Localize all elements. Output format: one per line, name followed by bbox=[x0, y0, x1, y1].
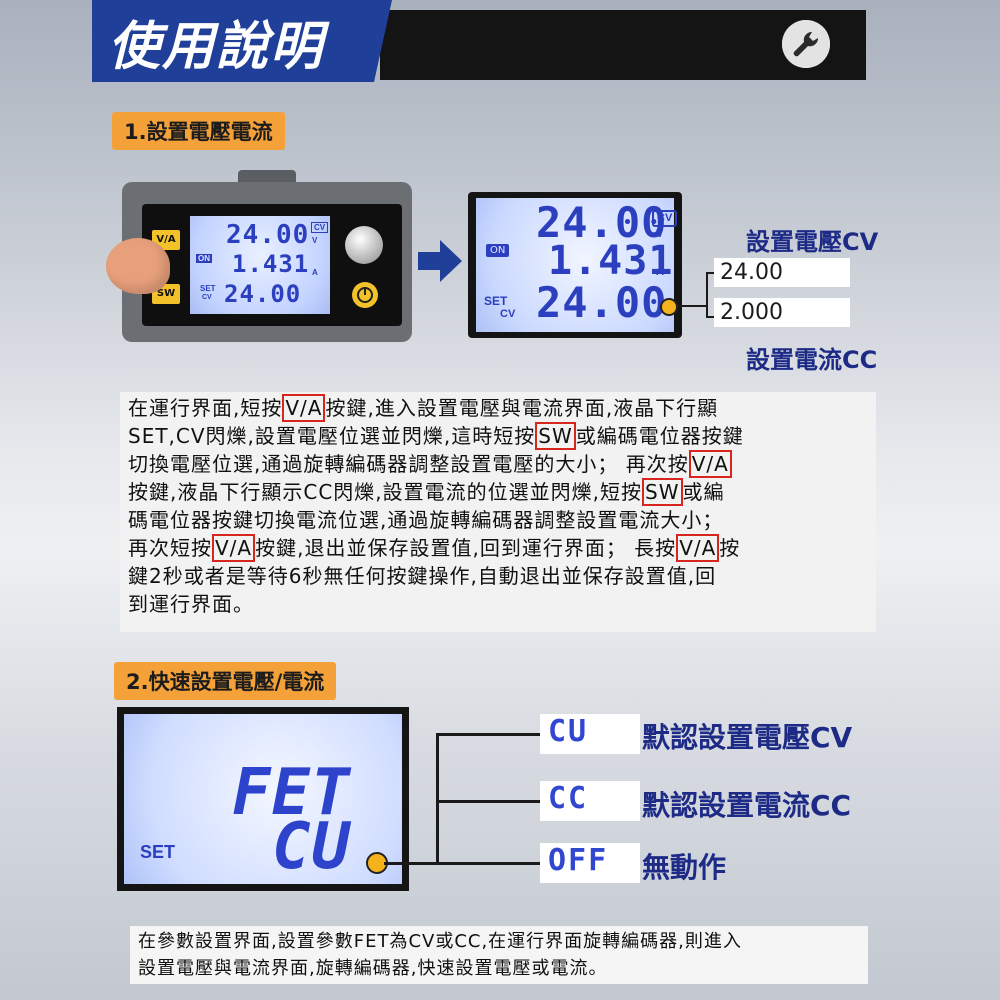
arrow-right-icon bbox=[418, 238, 464, 284]
text-span: SET,CV閃爍,設置電壓位選並閃爍,這時短按 bbox=[128, 424, 536, 448]
power-icon bbox=[352, 282, 378, 308]
lcd-set-value: 24.00 bbox=[536, 278, 668, 327]
encoder-knob bbox=[345, 226, 383, 264]
device-v-unit: V bbox=[312, 236, 318, 245]
text-span: 或編碼電位器按鍵 bbox=[575, 424, 744, 448]
text-line: 到運行界面。 bbox=[128, 590, 868, 618]
text-line: 切換電壓位選,通過旋轉編碼器調整設置電壓的大小； 再次按 V/A bbox=[128, 450, 868, 478]
text-line: 按鍵,液晶下行顯示CC閃爍,設置電流的位選並閃爍,短按 SW 或編 bbox=[128, 478, 868, 506]
option-desc: 默認設置電壓CV bbox=[642, 721, 853, 754]
device-cv-label: CV bbox=[202, 294, 212, 301]
device-cv-tag: CV bbox=[311, 222, 329, 233]
text-line: 在參數設置界面,設置參數FET為CV或CC,在運行界面旋轉編碼器,則進入 bbox=[138, 931, 742, 952]
device-set-value: 24.00 bbox=[224, 280, 302, 308]
text-span: 按鍵,退出並保存設置值,回到運行界面； 長按 bbox=[255, 536, 677, 560]
option-desc: 無動作 bbox=[642, 851, 727, 884]
option-code-box: OFF bbox=[540, 843, 640, 883]
text-span: 碼電位器按鍵切換電流位選,通過旋轉編碼器調整設置電流大小； bbox=[128, 508, 724, 532]
highlight-key: V/A bbox=[688, 450, 732, 478]
highlight-key: SW bbox=[535, 422, 576, 450]
text-span: 在運行界面,短按 bbox=[128, 396, 283, 420]
page-title: 使用說明 bbox=[108, 17, 325, 77]
option-code-box: CC bbox=[540, 781, 640, 821]
lcd-cv-tag: CV bbox=[652, 210, 678, 227]
lcd-cv-label: CV bbox=[500, 308, 516, 320]
text-line: 再次短按 V/A 按鍵,退出並保存設置值,回到運行界面； 長按 V/A 按 bbox=[128, 534, 868, 562]
text-line: SET,CV閃爍,設置電壓位選並閃爍,這時短按 SW 或編碼電位器按鍵 bbox=[128, 422, 868, 450]
lcd-a-unit: A bbox=[656, 266, 664, 278]
current-value-box: 2.000 bbox=[714, 298, 850, 327]
lcd-cu-text: CU bbox=[272, 810, 352, 884]
indicator-dot bbox=[660, 298, 678, 316]
option-code: CU bbox=[548, 714, 589, 749]
current-label: 設置電流CC bbox=[746, 346, 878, 374]
connector-line bbox=[384, 862, 438, 865]
connector-line bbox=[436, 733, 540, 736]
device-a-unit: A bbox=[312, 268, 318, 277]
option-code: OFF bbox=[548, 843, 609, 878]
voltage-value-box: 24.00 bbox=[714, 258, 850, 287]
connector-line bbox=[436, 862, 540, 865]
text-line: 設置電壓與電流界面,旋轉編碼器,快速設置電壓或電流。 bbox=[138, 958, 608, 979]
text-span: 或編 bbox=[682, 480, 725, 504]
connector-line bbox=[436, 733, 439, 865]
text-span: 鍵2秒或者是等待6秒無任何按鍵操作,自動退出並保存設置值,回 bbox=[128, 564, 717, 588]
text-span: 再次短按 bbox=[128, 536, 212, 560]
text-span: 按鍵,進入設置電壓與電流界面,液晶下行顯 bbox=[325, 396, 719, 420]
option-desc: 默認設置電流CC bbox=[642, 789, 852, 822]
quick-set-paragraph: 在參數設置界面,設置參數FET為CV或CC,在運行界面旋轉編碼器,則進入 設置電… bbox=[130, 926, 868, 984]
device-on-tag: ON bbox=[196, 254, 212, 263]
text-span: 切換電壓位選,通過旋轉編碼器調整設置電壓的大小； 再次按 bbox=[128, 452, 689, 476]
highlight-key: V/A bbox=[282, 394, 326, 422]
highlight-key: SW bbox=[642, 478, 683, 506]
finger-pointer-icon bbox=[106, 238, 170, 294]
section-label: 1.設置電壓電流 bbox=[112, 112, 285, 150]
highlight-key: V/A bbox=[212, 534, 256, 562]
option-code: CC bbox=[548, 781, 589, 816]
option-code-box: CU bbox=[540, 714, 640, 754]
connector-line bbox=[678, 305, 708, 307]
text-line: 鍵2秒或者是等待6秒無任何按鍵操作,自動退出並保存設置值,回 bbox=[128, 562, 868, 590]
wrench-icon bbox=[782, 20, 830, 68]
voltage-label: 設置電壓CV bbox=[746, 228, 879, 256]
text-span: 到運行界面。 bbox=[128, 592, 254, 616]
section-label: 2.快速設置電壓/電流 bbox=[114, 662, 337, 700]
instructions-paragraph: 在運行界面,短按 V/A 按鍵,進入設置電壓與電流界面,液晶下行顯 SET,CV閃爍… bbox=[120, 392, 876, 632]
highlight-key: V/A bbox=[676, 534, 720, 562]
device-voltage: 24.00 bbox=[226, 220, 310, 250]
text-line: 碼電位器按鍵切換電流位選,通過旋轉編碼器調整設置電流大小； bbox=[128, 506, 868, 534]
text-span: 按 bbox=[719, 536, 741, 560]
device-current: 1.431 bbox=[232, 250, 310, 278]
lcd-set-label: SET bbox=[140, 842, 176, 862]
lcd-set-label: SET bbox=[484, 294, 508, 308]
lcd-on-tag: ON bbox=[486, 244, 510, 257]
connector-line bbox=[706, 272, 708, 318]
text-line: 在運行界面,短按 V/A 按鍵,進入設置電壓與電流界面,液晶下行顯 bbox=[128, 394, 868, 422]
connector-line bbox=[436, 800, 540, 803]
text-span: 按鍵,液晶下行顯示CC閃爍,設置電流的位選並閃爍,短按 bbox=[128, 480, 643, 504]
device-set-label: SET bbox=[200, 284, 216, 293]
